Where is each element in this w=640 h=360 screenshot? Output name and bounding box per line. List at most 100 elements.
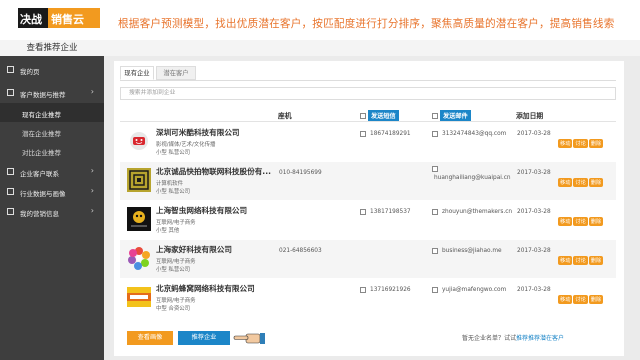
slogan: 根据客户预测模型，找出优质潜在客户，按匹配度进行打分排序，聚焦高质量的潜在客户，… [118, 18, 615, 30]
chart-icon [7, 188, 14, 195]
company-name[interactable]: 北京诚品快拍物联网科技股份有... [156, 166, 271, 177]
email-value: huanghailiang@kuaipai.cn [434, 175, 511, 181]
recommend-button[interactable]: 推荐企业 [178, 331, 230, 345]
row-actions: 移动 讨论 删除 [558, 247, 604, 266]
move-button[interactable]: 移动 [558, 256, 573, 265]
email-checkbox[interactable] [432, 209, 438, 215]
recommend-potential-link[interactable]: 推荐推荐潜在客户 [516, 335, 564, 342]
table-row[interactable]: 北京蚂蜂窝网络科技有限公司 互联网/电子商务 中型 合资公司 137169219… [120, 279, 616, 317]
row-actions: 移动 讨论 删除 [558, 286, 604, 305]
tab-divider [120, 80, 616, 81]
company-name[interactable]: 上海智虫网络科技有限公司 [156, 205, 247, 216]
company-logo [127, 287, 151, 307]
sidebar-subitem-existing[interactable]: 现有企业推荐 [0, 103, 104, 122]
company-size: 小型 私营公司 [156, 267, 191, 273]
send-email-button[interactable]: 发送邮件 [440, 110, 471, 121]
company-name[interactable]: 北京蚂蜂窝网络科技有限公司 [156, 283, 255, 294]
page-title: 查看推荐企业 [26, 43, 78, 53]
users-icon [7, 89, 14, 96]
date-value: 2017-03-28 [517, 209, 551, 215]
sidebar-item-home[interactable]: 我的页 [0, 60, 104, 80]
company-industry: 互联网/电子商务 [156, 259, 196, 265]
discuss-button[interactable]: 讨论 [573, 256, 588, 265]
sidebar-item-customer-data[interactable]: 客户数据与推荐 › [0, 83, 104, 103]
discuss-button[interactable]: 讨论 [573, 295, 588, 304]
search-input[interactable]: 搜索并添加到企业 [120, 87, 616, 100]
delete-button[interactable]: 删除 [588, 295, 604, 304]
move-button[interactable]: 移动 [558, 178, 573, 187]
view-profile-button[interactable]: 查看画像 [127, 331, 173, 345]
sidebar-item-label: 企业客户联系 [20, 170, 59, 178]
company-name[interactable]: 深圳可米酷科技有限公司 [156, 127, 240, 138]
discuss-button[interactable]: 讨论 [573, 217, 588, 226]
sidebar-item-label: 客户数据与推荐 [20, 91, 66, 99]
move-button[interactable]: 移动 [558, 295, 573, 304]
header-sms: 发送短信 [360, 110, 399, 121]
company-size: 小型 其他 [156, 228, 180, 234]
table-row[interactable]: 深圳可米酷科技有限公司 影视/媒体/艺术/文化传播 小型 私营公司 186741… [120, 123, 616, 161]
date-value: 2017-03-28 [517, 131, 551, 137]
mobile-checkbox[interactable] [360, 209, 366, 215]
email-value: business@jiahao.me [442, 248, 502, 254]
table-row[interactable]: 上海智虫网络科技有限公司 互联网/电子商务 小型 其他 13817198537 … [120, 201, 616, 239]
company-size: 中型 合资公司 [156, 306, 191, 312]
landline-value: 010-84195699 [279, 170, 322, 176]
chevron-right-icon: › [90, 186, 94, 195]
discuss-button[interactable]: 讨论 [573, 139, 588, 148]
tab-potential[interactable]: 潜在客户 [156, 66, 196, 80]
brand-logo[interactable]: 决战 销售云 [18, 6, 100, 30]
select-all-sms-checkbox[interactable] [360, 112, 366, 119]
header-date: 添加日期 [516, 112, 544, 120]
email-value: zhouyun@themakers.cn [442, 209, 513, 215]
header-divider [120, 121, 616, 122]
content-panel: 现有企业 潜在客户 搜索并添加到企业 座机 发送短信 发送邮件 添加日期 深圳可… [114, 61, 624, 356]
header-email: 发送邮件 [432, 110, 471, 121]
sidebar-subitem-compare[interactable]: 对比企业推荐 [0, 141, 104, 160]
landline-value: 021-64856603 [279, 248, 322, 254]
discuss-button[interactable]: 讨论 [573, 178, 588, 187]
company-name[interactable]: 上海家好科技有限公司 [156, 244, 232, 255]
send-sms-button[interactable]: 发送短信 [368, 110, 399, 121]
email-value: yujia@mafengwo.com [442, 287, 507, 293]
company-logo [128, 247, 150, 270]
sidebar-subitem-label: 现有企业推荐 [22, 111, 61, 119]
tab-existing[interactable]: 现有企业 [120, 66, 154, 80]
date-value: 2017-03-28 [517, 287, 551, 293]
sidebar-item-industry[interactable]: 行业数据与画像 › [0, 182, 104, 202]
delete-button[interactable]: 删除 [588, 139, 604, 148]
move-button[interactable]: 移动 [558, 217, 573, 226]
sidebar-item-marketing[interactable]: 我的营销信息 › [0, 202, 104, 222]
company-industry: 影视/媒体/艺术/文化传播 [156, 142, 216, 148]
delete-button[interactable]: 删除 [588, 217, 604, 226]
delete-button[interactable]: 删除 [588, 256, 604, 265]
table-row[interactable]: 北京诚品快拍物联网科技股份有... 计算机软件 小型 私营公司 010-8419… [120, 162, 616, 200]
sidebar-subitem-potential[interactable]: 潜在企业推荐 [0, 122, 104, 141]
move-button[interactable]: 移动 [558, 139, 573, 148]
top-bar: 决战 销售云 根据客户预测模型，找出优质潜在客户，按匹配度进行打分排序，聚焦高质… [0, 0, 640, 40]
mobile-checkbox[interactable] [360, 287, 366, 293]
header-landline: 座机 [278, 112, 292, 120]
mobile-value: 13716921926 [370, 287, 411, 293]
company-size: 小型 私营公司 [156, 189, 191, 195]
email-value: 3132474843@qq.com [442, 131, 507, 137]
company-logo [127, 168, 151, 192]
sidebar-subitem-label: 潜在企业推荐 [22, 130, 61, 138]
date-value: 2017-03-28 [517, 248, 551, 254]
company-logo [127, 207, 151, 231]
row-actions: 移动 讨论 删除 [558, 130, 604, 149]
delete-button[interactable]: 删除 [588, 178, 604, 187]
contact-icon [7, 168, 14, 175]
email-checkbox[interactable] [432, 248, 438, 254]
sidebar: 我的页 客户数据与推荐 › 现有企业推荐 潜在企业推荐 对比企业推荐 企业客户联… [0, 56, 104, 360]
main-content: 现有企业 潜在客户 搜索并添加到企业 座机 发送短信 发送邮件 添加日期 深圳可… [104, 56, 640, 360]
email-checkbox[interactable] [432, 287, 438, 293]
mobile-checkbox[interactable] [360, 131, 366, 137]
chevron-down-icon: › [90, 87, 94, 96]
email-checkbox[interactable] [432, 131, 438, 137]
sidebar-item-contact[interactable]: 企业客户联系 › [0, 162, 104, 182]
email-checkbox[interactable] [432, 166, 438, 172]
table-row[interactable]: 上海家好科技有限公司 互联网/电子商务 小型 私营公司 021-64856603… [120, 240, 616, 278]
company-size: 小型 私营公司 [156, 150, 191, 156]
select-all-email-checkbox[interactable] [432, 112, 438, 119]
row-actions: 移动 讨论 删除 [558, 208, 604, 227]
